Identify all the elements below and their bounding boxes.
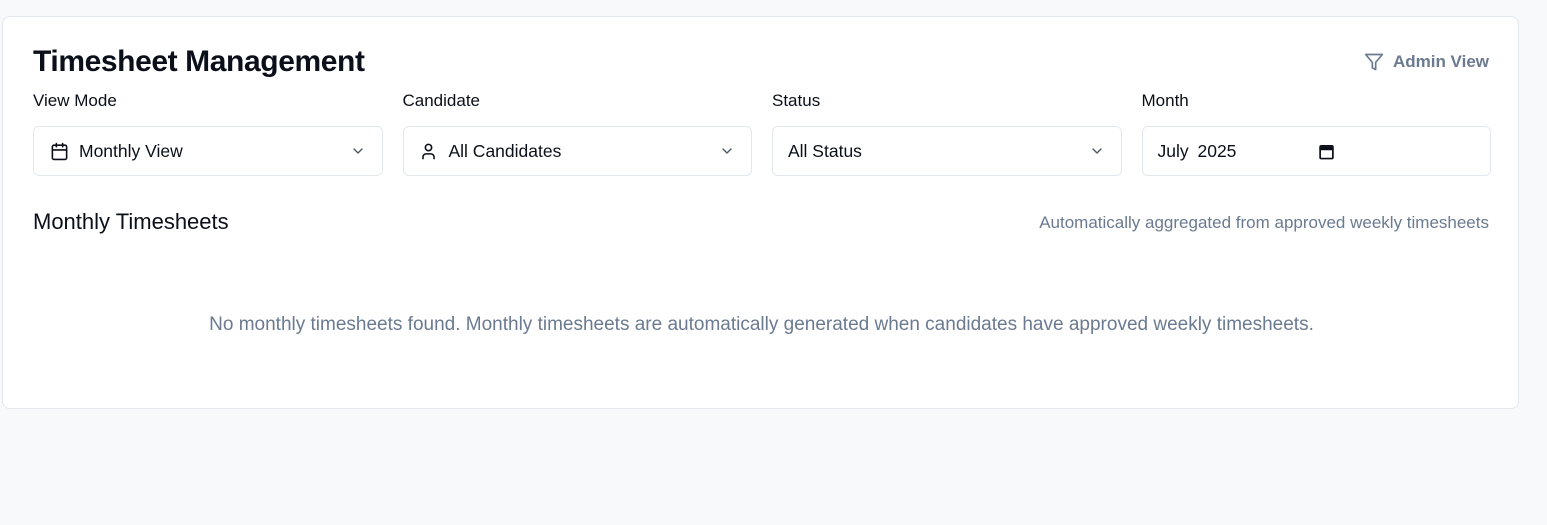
view-mode-value: Monthly View	[79, 140, 183, 161]
chevron-down-icon	[1088, 142, 1106, 160]
filter-icon	[1364, 52, 1384, 72]
user-icon	[419, 141, 439, 161]
chevron-down-icon	[349, 142, 367, 160]
candidate-label: Candidate	[402, 91, 481, 110]
candidate-filter: Candidate All Candidates	[402, 91, 752, 176]
section-note: Automatically aggregated from approved w…	[1039, 213, 1489, 232]
calendar-icon	[49, 141, 69, 161]
empty-state-message: No monthly timesheets found. Monthly tim…	[209, 314, 1314, 335]
candidate-select[interactable]: All Candidates	[402, 126, 752, 176]
view-mode-label: View Mode	[33, 91, 117, 110]
admin-view-label: Admin View	[1392, 52, 1489, 71]
view-mode-filter: View Mode Monthly View	[33, 91, 383, 176]
section-title: Monthly Timesheets	[33, 209, 229, 234]
view-mode-select[interactable]: Monthly View	[33, 126, 383, 176]
month-label: Month	[1141, 91, 1189, 110]
month-value: July 2025	[1157, 140, 1237, 161]
status-value: All Status	[788, 140, 862, 161]
candidate-value: All Candidates	[448, 140, 562, 161]
month-input[interactable]: July 2025	[1141, 126, 1491, 176]
status-label: Status	[772, 91, 821, 110]
calendar-picker-icon[interactable]	[1316, 141, 1336, 161]
chevron-down-icon	[718, 142, 736, 160]
timesheet-card: Timesheet Management Admin View View Mod…	[2, 16, 1519, 409]
status-filter: Status All Status	[772, 91, 1122, 176]
filters-row: View Mode Monthly View Candidate All Can…	[33, 91, 1491, 176]
month-filter: Month July 2025	[1141, 91, 1491, 176]
admin-view-button[interactable]: Admin View	[1364, 52, 1489, 72]
status-select[interactable]: All Status	[772, 126, 1122, 176]
page-title: Timesheet Management	[33, 45, 365, 78]
